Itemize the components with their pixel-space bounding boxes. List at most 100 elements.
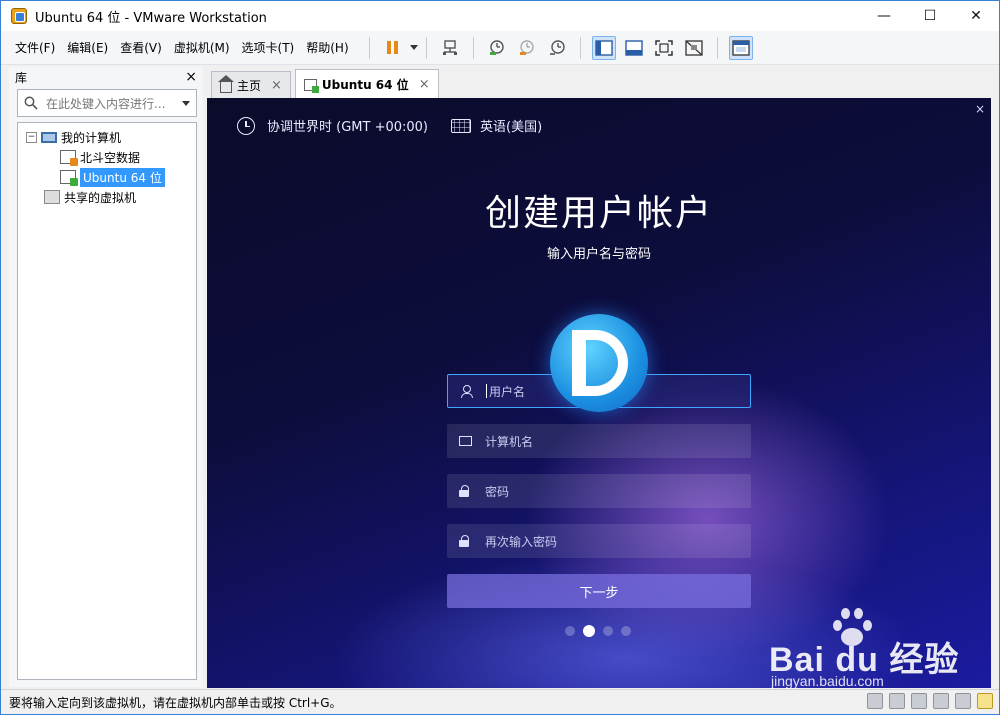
minimize-button[interactable]: —: [861, 1, 907, 31]
show-library-button[interactable]: [591, 35, 616, 60]
tree-item-shared-vms[interactable]: 共享的虚拟机: [18, 187, 196, 207]
deepin-d-icon: [572, 330, 628, 396]
tab-ubuntu[interactable]: Ubuntu 64 位 ×: [294, 69, 439, 99]
unity-button[interactable]: [682, 36, 706, 60]
cd-drive-icon[interactable]: [889, 693, 905, 709]
search-dropdown-icon[interactable]: [182, 100, 190, 106]
status-bar: 要将输入定向到该虚拟机，请在虚拟机内部单击或按 Ctrl+G。: [1, 689, 999, 714]
page-indicator: [565, 625, 631, 637]
pause-button[interactable]: [381, 36, 405, 60]
clock-icon: [237, 116, 255, 135]
status-message: 要将输入定向到该虚拟机，请在虚拟机内部单击或按 Ctrl+G。: [9, 695, 342, 710]
tree-item-my-computer[interactable]: − 我的计算机: [18, 127, 196, 147]
library-title: 库: [15, 70, 28, 85]
toolbar-separator: [425, 36, 427, 59]
page-dot: [565, 626, 575, 636]
computer-icon: [41, 131, 57, 143]
page-title: 创建用户帐户: [484, 193, 713, 234]
library-search-input[interactable]: 在此处键入内容进行...: [17, 89, 197, 117]
menu-toolbar: 文件(F) 编辑(E) 查看(V) 虚拟机(M) 选项卡(T) 帮助(H): [1, 31, 999, 65]
toolbar-separator: [579, 36, 581, 59]
maximize-button[interactable]: ☐: [907, 1, 953, 31]
send-ctrl-alt-del-button[interactable]: [438, 36, 462, 60]
library-panel: 库 × 在此处键入内容进行... − 我的计算机 北斗空数据 Ubuntu 64…: [9, 67, 203, 687]
library-tree: − 我的计算机 北斗空数据 Ubuntu 64 位 共享的虚拟机: [17, 122, 197, 680]
timezone-selector[interactable]: 协调世界时 (GMT +00:00): [237, 116, 428, 135]
next-button[interactable]: 下一步: [447, 574, 751, 608]
tree-label-selected: Ubuntu 64 位: [80, 167, 165, 187]
keyboard-label: 英语(美国): [480, 120, 543, 135]
page-dot-active: [583, 625, 595, 637]
menu-file[interactable]: 文件(F): [15, 39, 55, 56]
power-dropdown-icon[interactable]: [409, 45, 418, 50]
menu-help[interactable]: 帮助(H): [306, 39, 348, 56]
pause-icon: [387, 41, 399, 54]
password-field[interactable]: 密码: [447, 474, 751, 508]
thumbnail-bar-button[interactable]: [728, 35, 753, 60]
device-icons: [867, 693, 993, 709]
timezone-label: 协调世界时 (GMT +00:00): [267, 120, 428, 135]
full-screen-button[interactable]: [652, 36, 676, 60]
computer-name-field[interactable]: 计算机名: [447, 424, 751, 458]
page-dot: [621, 626, 631, 636]
tree-item-vm-beidou[interactable]: 北斗空数据: [18, 147, 196, 167]
revert-snapshot-button[interactable]: [515, 36, 539, 60]
menu-tabs[interactable]: 选项卡(T): [242, 39, 295, 56]
search-placeholder: 在此处键入内容进行...: [46, 96, 166, 111]
printer-icon[interactable]: [933, 693, 949, 709]
menu-edit[interactable]: 编辑(E): [67, 39, 108, 56]
snapshot-revert-icon: [519, 39, 534, 55]
computer-name-placeholder: 计算机名: [485, 434, 534, 449]
sound-icon[interactable]: [955, 693, 971, 709]
tree-label: 北斗空数据: [80, 150, 141, 165]
collapse-icon[interactable]: −: [26, 131, 37, 143]
take-snapshot-button[interactable]: [485, 36, 509, 60]
lock-icon: [459, 535, 471, 547]
vmware-app-icon: [11, 8, 27, 24]
vm-display[interactable]: × 协调世界时 (GMT +00:00) 英语(美国) 创建用户帐户 输入用户名…: [207, 98, 991, 688]
username-placeholder: 用户名: [489, 384, 526, 399]
toolbar-separator: [716, 36, 718, 59]
page-dot: [603, 626, 613, 636]
message-log-icon[interactable]: [977, 693, 993, 709]
tab-strip: 主页 × Ubuntu 64 位 ×: [207, 67, 997, 99]
home-icon: [218, 75, 234, 93]
vm-running-icon: [303, 78, 319, 93]
tab-home[interactable]: 主页 ×: [211, 71, 291, 99]
close-button[interactable]: ✕: [953, 1, 999, 31]
confirm-password-placeholder: 再次输入密码: [485, 534, 558, 549]
password-placeholder: 密码: [485, 484, 510, 499]
toolbar-separator: [472, 36, 474, 59]
watermark-url: jingyan.baidu.com: [771, 673, 884, 689]
confirm-password-field[interactable]: 再次输入密码: [447, 524, 751, 558]
library-close-button[interactable]: ×: [185, 69, 197, 85]
user-icon: [460, 385, 473, 398]
snapshot-manager-icon: [549, 39, 565, 55]
menu-view[interactable]: 查看(V): [120, 39, 162, 56]
title-bar: Ubuntu 64 位 - VMware Workstation — ☐ ✕: [1, 1, 999, 31]
tab-close-button[interactable]: ×: [419, 77, 430, 92]
tab-close-button[interactable]: ×: [271, 78, 282, 93]
console-view-icon: [624, 39, 643, 56]
tab-label: 主页: [237, 79, 262, 93]
installer-close-button[interactable]: ×: [975, 102, 985, 116]
shared-vm-icon: [44, 190, 60, 204]
console-view-button[interactable]: [622, 36, 646, 60]
baidu-watermark: Bai du 经验 jingyan.baidu.com: [769, 604, 999, 694]
vm-icon: [60, 150, 78, 166]
network-icon: [442, 39, 457, 55]
window-controls: — ☐ ✕: [861, 1, 999, 31]
text-caret: [486, 384, 487, 398]
hard-disk-icon[interactable]: [867, 693, 883, 709]
menu-vm[interactable]: 虚拟机(M): [174, 39, 230, 56]
library-header: 库 ×: [9, 67, 203, 87]
snapshot-icon: [489, 39, 504, 55]
fullscreen-icon: [654, 39, 673, 56]
snapshot-manager-button[interactable]: [545, 36, 569, 60]
deepin-logo: [550, 314, 648, 412]
keyboard-layout-selector[interactable]: 英语(美国): [451, 116, 542, 135]
tree-item-vm-ubuntu[interactable]: Ubuntu 64 位: [18, 167, 196, 187]
monitor-icon: [459, 435, 472, 447]
network-adapter-icon[interactable]: [911, 693, 927, 709]
vm-running-icon: [60, 170, 78, 186]
